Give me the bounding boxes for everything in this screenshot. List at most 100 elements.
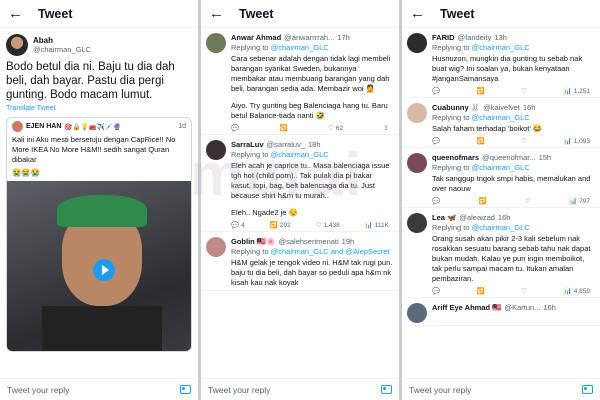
- action-bar: 💬 🔁 ♡ 📊 797: [432, 197, 594, 206]
- author-name: FARID: [432, 33, 455, 42]
- retweet-icon[interactable]: 🔁: [280, 124, 288, 132]
- reply-bar[interactable]: Tweet your reply: [402, 378, 600, 400]
- translate-link[interactable]: Translate Tweet: [0, 102, 198, 115]
- time: 16h: [543, 303, 556, 312]
- time: 19h: [341, 237, 355, 246]
- reply-tweet[interactable]: SarraLuv @sarraluv_ 18h Replying to @chair…: [201, 135, 399, 232]
- views-button[interactable]: 📊 797: [569, 197, 590, 206]
- author-name: SarraLuv: [231, 140, 264, 149]
- reply-icon[interactable]: 💬: [231, 124, 239, 132]
- like-icon[interactable]: ♡: [521, 287, 527, 295]
- reply-button[interactable]: 💬 4: [231, 221, 245, 230]
- retweet-icon[interactable]: 🔁: [478, 197, 486, 205]
- views-button[interactable]: 📊 1,093: [564, 137, 590, 146]
- quote-text: Kali ini Aku mesti bersetuju dengan CapR…: [12, 135, 176, 164]
- like-button[interactable]: ♡ 1,438: [316, 221, 340, 230]
- back-arrow-icon[interactable]: ←: [8, 5, 28, 22]
- person-shirt: [42, 306, 162, 351]
- retweet-icon[interactable]: 🔁: [477, 137, 485, 145]
- image-icon[interactable]: [180, 385, 191, 394]
- reply-to-link[interactable]: @chairman_GLC: [271, 150, 329, 159]
- main-tweet-text: Bodo betul dia ni. Baju tu dia dah beli,…: [6, 61, 175, 101]
- reply-tweet[interactable]: FARID @farideity 13h Replying to @chairman…: [402, 28, 600, 98]
- like-icon[interactable]: ♡: [525, 197, 531, 205]
- avatar[interactable]: [6, 34, 28, 56]
- avatar[interactable]: [407, 153, 427, 173]
- reply-count: 4: [241, 221, 245, 229]
- author-name: Abah: [33, 36, 53, 45]
- quoted-tweet[interactable]: EJEN HAN 🎯🔒💡🚒✈️💉🔮 1d Kali ini Aku mesti …: [6, 117, 192, 352]
- reply-tweet[interactable]: queenofmars @queenofmar... 15h Replying to…: [402, 148, 600, 208]
- action-bar: 💬 🔁 ♡ 📊 4,859: [432, 287, 594, 296]
- back-arrow-icon[interactable]: ←: [209, 5, 229, 22]
- tweet-text: Tak sanggup tngok smpi habis, memalukan …: [432, 174, 591, 193]
- author-name: Cuabunny 🐰: [432, 103, 481, 112]
- retweet-icon[interactable]: 🔁: [477, 287, 485, 295]
- tweet-text: Husnuzon, mungkin dia gunting tu sebab n…: [432, 54, 583, 83]
- reply-input[interactable]: Tweet your reply: [208, 385, 381, 395]
- author-name: queenofmars: [432, 153, 480, 162]
- reply-to-link[interactable]: @chairman_GLC: [271, 43, 329, 52]
- reply-tweet[interactable]: Anwar Ahmad @anwarrrrah... 17h Replying to…: [201, 28, 399, 135]
- reply-input[interactable]: Tweet your reply: [7, 385, 180, 395]
- tweet-panel-main: ← Tweet Abah @chairman_GLC Bodo betul di…: [0, 0, 198, 400]
- reply-tweet[interactable]: Lea 🦋 @aleaizad 16h Replying to @chairman_…: [402, 208, 600, 298]
- avatar[interactable]: [407, 303, 427, 323]
- retweet-button[interactable]: 🔁 292: [270, 221, 291, 230]
- quote-emoji: 🎯🔒💡🚒✈️💉🔮: [64, 123, 122, 131]
- reply-icon[interactable]: 💬: [432, 197, 440, 205]
- views-button[interactable]: 📊 1,251: [564, 87, 590, 96]
- reply-icon[interactable]: 💬: [432, 287, 440, 295]
- avatar[interactable]: [206, 237, 226, 257]
- time: 18h: [308, 140, 321, 149]
- author-name: Goblin 🇲🇾🌸: [231, 237, 276, 246]
- reply-to-link[interactable]: @chairman_GLC: [472, 223, 530, 232]
- reply-to-link[interactable]: @chairman_GLC: [472, 43, 530, 52]
- avatar[interactable]: [407, 213, 427, 233]
- retweet-icon[interactable]: 🔁: [477, 87, 485, 95]
- reply-bar[interactable]: Tweet your reply: [201, 378, 399, 400]
- reply-tweet[interactable]: Ariff Eye Ahmad 🇲🇾 @Kartun... 16h: [402, 298, 600, 326]
- avatar: [12, 121, 23, 132]
- view-count: 1,251: [573, 87, 590, 95]
- tweet-panel-replies-1: ← Tweet Anwar Ahmad @anwarrrrah... 17h Rep…: [201, 0, 399, 400]
- author-name: Lea 🦋: [432, 213, 457, 222]
- image-icon[interactable]: [381, 385, 392, 394]
- page-title: Tweet: [38, 6, 73, 21]
- reply-to-link[interactable]: @chairman_GLC: [472, 163, 530, 172]
- tweet-text: Eleh.. Ngade2 je 😒: [231, 208, 298, 217]
- tweet-text: Aiyo. Try gunting beg Balenciaga hang tu…: [231, 101, 388, 120]
- avatar[interactable]: [407, 33, 427, 53]
- reply-tweet[interactable]: Goblin 🇲🇾🌸 @salehserimenati 19h Replying t…: [201, 232, 399, 291]
- view-count: 1,093: [573, 137, 590, 145]
- avatar[interactable]: [206, 33, 226, 53]
- action-bar: 💬 🔁 ♡ 📊 1,093: [432, 137, 594, 146]
- reply-to-link[interactable]: @chairman_GLC and @AlepSecret: [271, 247, 390, 256]
- time: 16h: [522, 103, 536, 112]
- reply-icon[interactable]: 💬: [432, 87, 440, 95]
- quote-author-name: EJEN HAN: [26, 123, 62, 130]
- avatar[interactable]: [206, 140, 226, 160]
- reply-tweet[interactable]: Cuabunny 🐰 @kaivelvet 16h Replying to @cha…: [402, 98, 600, 148]
- author-handle: @queenofmar...: [482, 153, 536, 162]
- back-arrow-icon[interactable]: ←: [410, 5, 430, 22]
- reply-icon[interactable]: 💬: [432, 137, 440, 145]
- video-thumbnail[interactable]: [7, 181, 191, 351]
- time: 15h: [538, 153, 552, 162]
- views-button[interactable]: 📊 4,859: [564, 287, 590, 296]
- share-icon[interactable]: ⇪: [384, 124, 389, 132]
- like-button[interactable]: ♡ 62: [328, 124, 344, 133]
- views-button[interactable]: 📊 111K: [365, 221, 389, 230]
- reply-bar[interactable]: Tweet your reply: [0, 378, 198, 400]
- like-count: 62: [335, 124, 344, 132]
- image-icon[interactable]: [582, 385, 593, 394]
- reply-to-link[interactable]: @chairman_GLC: [472, 113, 530, 122]
- play-icon[interactable]: [93, 259, 115, 281]
- avatar[interactable]: [407, 103, 427, 123]
- view-count: 111K: [374, 221, 389, 229]
- main-tweet-author[interactable]: Abah @chairman_GLC: [0, 28, 198, 56]
- author-handle: @kaivelvet: [483, 103, 520, 112]
- like-icon[interactable]: ♡: [521, 87, 527, 95]
- reply-input[interactable]: Tweet your reply: [409, 385, 582, 395]
- like-icon[interactable]: ♡: [521, 137, 527, 145]
